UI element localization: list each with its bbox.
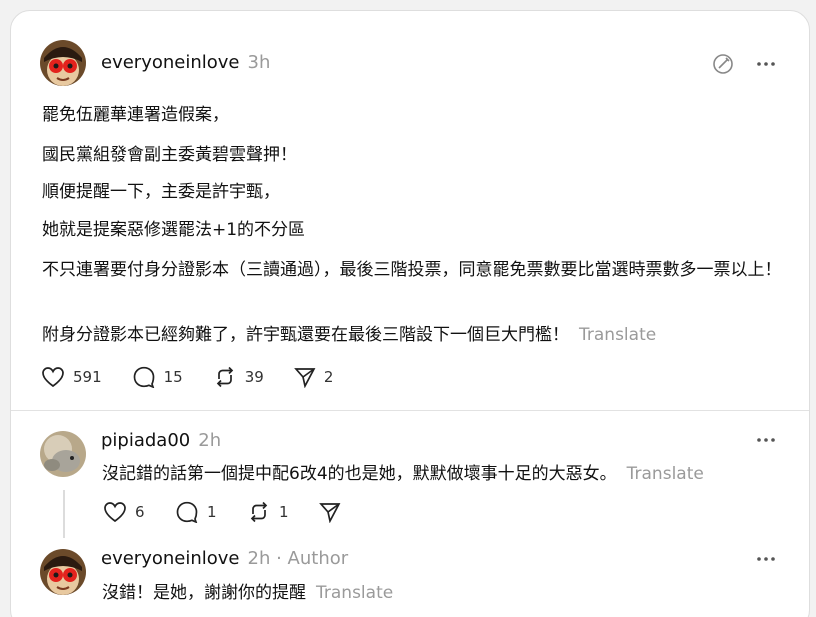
post-paragraph: 罷免伍麗華連署造假案， (42, 105, 229, 125)
post-time[interactable]: 3h (248, 52, 271, 73)
heart-icon (104, 502, 126, 523)
post-actions: 591 15 39 2 (41, 366, 364, 388)
post-paragraph-last: 附身分證影本已經夠難了，許宇甄還要在最後三階設下一個巨大門檻！ Translate (42, 322, 802, 349)
send-icon (293, 368, 316, 388)
share-count: 2 (323, 368, 334, 386)
reply-time[interactable]: 2h (198, 430, 221, 451)
comment-button[interactable]: 15 (132, 366, 183, 388)
like-button[interactable]: 6 (103, 501, 145, 523)
post-paragraph: 國民黨組發會副主委黃碧雲聲押！ (42, 145, 297, 165)
avatar[interactable] (40, 431, 86, 477)
more-dots-icon[interactable] (753, 429, 779, 451)
comment-bubble-icon (133, 366, 154, 388)
reply-author[interactable]: everyoneinlove 2h · Author (101, 548, 348, 569)
repost-count: 39 (244, 368, 264, 386)
send-icon (319, 503, 341, 523)
repost-count: 1 (279, 503, 289, 521)
post-author[interactable]: everyoneinlove 3h (101, 52, 270, 73)
reply-text-line: 沒錯！是她，謝謝你的提醒 Translate (102, 578, 393, 603)
username-label[interactable]: everyoneinlove (101, 548, 240, 569)
post-paragraph: 她就是提案惡修選罷法+1的不分區 (42, 220, 306, 240)
avatar[interactable] (40, 549, 86, 595)
username-label[interactable]: pipiada00 (101, 430, 190, 451)
reply-text-line: 沒記錯的話第一個提中配6改4的也是她，默默做壞事十足的大惡女。 Translate (102, 459, 704, 484)
reply-text: 沒錯！是她，謝謝你的提醒 (102, 583, 306, 603)
like-button[interactable]: 591 (41, 366, 102, 388)
thread-card: everyoneinlove 3h 罷免伍麗華連署造假案， 國民黨組發會副主委黃碧… (10, 10, 810, 617)
edit-circle-icon[interactable] (710, 51, 736, 77)
comment-button[interactable]: 1 (175, 501, 217, 523)
divider (11, 410, 809, 411)
like-count: 591 (73, 368, 102, 386)
post-paragraph-text: 附身分證影本已經夠難了，許宇甄還要在最後三階設下一個巨大門檻！ (42, 325, 569, 345)
more-dots-icon[interactable] (753, 548, 779, 570)
comment-bubble-icon (176, 501, 198, 523)
repost-button[interactable]: 39 (213, 366, 264, 388)
reply-actions: 6 1 1 (103, 501, 379, 523)
post-paragraph: 順便提醒一下，主委是許宇甄， (42, 182, 280, 202)
comment-count: 15 (163, 368, 183, 386)
username-label[interactable]: everyoneinlove (101, 52, 240, 73)
translate-link[interactable]: Translate (579, 325, 656, 345)
author-badge: · Author (276, 548, 349, 569)
reply-time[interactable]: 2h (248, 548, 271, 569)
like-count: 6 (135, 503, 145, 521)
reply-author[interactable]: pipiada00 2h (101, 430, 221, 451)
repost-icon (250, 501, 268, 523)
avatar[interactable] (40, 40, 86, 86)
repost-icon (216, 366, 233, 388)
post-paragraph: 不只連署要付身分證影本（三讀通過），最後三階投票，同意罷免票數要比當選時票數多一… (42, 260, 782, 280)
repost-button[interactable]: 1 (247, 501, 289, 523)
reply-text: 沒記錯的話第一個提中配6改4的也是她，默默做壞事十足的大惡女。 (102, 464, 617, 484)
translate-link[interactable]: Translate (627, 464, 704, 484)
share-button[interactable] (319, 501, 349, 523)
comment-count: 1 (207, 503, 217, 521)
heart-icon (42, 367, 64, 388)
share-button[interactable]: 2 (293, 366, 334, 388)
more-dots-icon[interactable] (753, 53, 779, 75)
translate-link[interactable]: Translate (316, 583, 393, 603)
thread-line (63, 490, 65, 538)
